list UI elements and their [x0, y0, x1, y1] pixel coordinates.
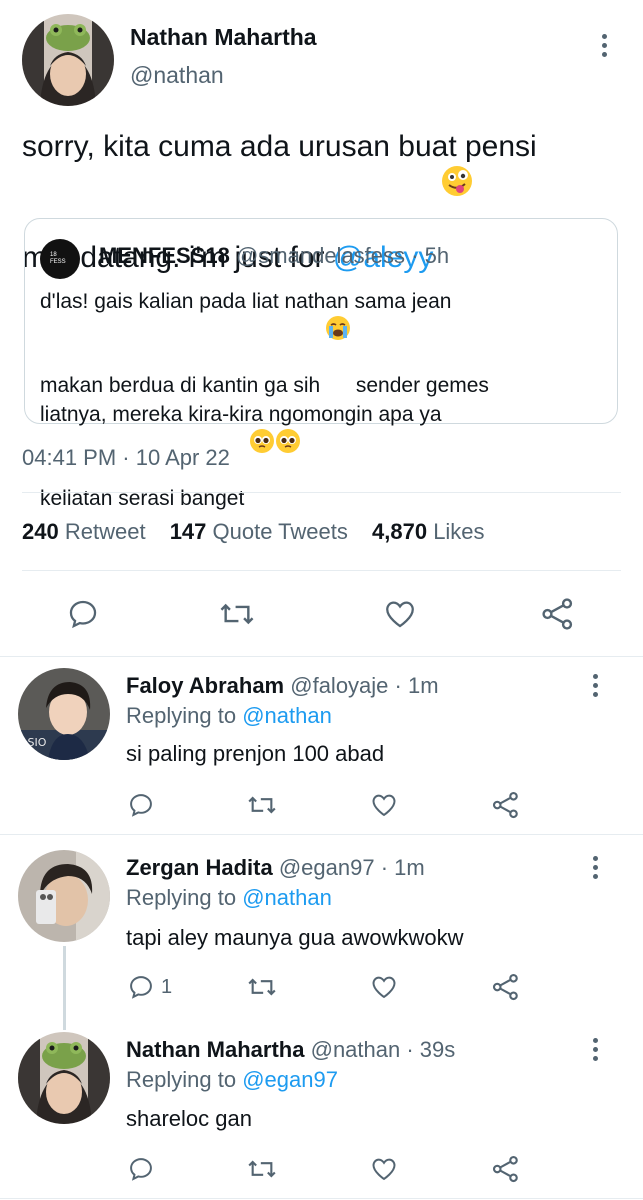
replying-to-label: Replying to [126, 885, 243, 910]
quoted-text-line2: makan berdua di kantin ga sih sender gem… [40, 316, 610, 400]
divider [22, 570, 621, 571]
quoted-text-line4-body: keliatan serasi banget [40, 487, 251, 510]
divider [22, 492, 621, 493]
like-icon[interactable] [382, 597, 418, 631]
replying-to: Replying to @nathan [126, 703, 332, 729]
reply-text: si paling prenjon 100 abad [126, 741, 385, 766]
retweet-count: 240 [22, 519, 59, 544]
pleading-face-emoji [276, 429, 301, 453]
reply-time: · 1m [380, 855, 425, 880]
reply-time: · 39s [406, 1037, 456, 1062]
likes-count: 4,870 [372, 519, 428, 544]
more-options-icon[interactable] [592, 34, 616, 57]
tweet-stats: 240 Retweet 147 Quote Tweets 4,870 Likes [22, 519, 485, 545]
retweet-icon[interactable] [218, 597, 256, 631]
retweet-icon[interactable] [246, 973, 278, 1001]
like-icon[interactable] [369, 1155, 399, 1183]
quoted-author-avatar: 18 FESS [40, 239, 80, 279]
divider [0, 656, 643, 657]
reply-icon[interactable] [127, 791, 155, 819]
quoted-text-line1: d'las! gais kalian pada liat nathan sama… [40, 290, 452, 313]
reply-header: Zergan Hadita @egan97 · 1m [126, 855, 425, 881]
replying-to-mention[interactable]: @egan97 [242, 1067, 338, 1092]
share-icon[interactable] [491, 1154, 521, 1184]
quoted-text-line4: keliatan serasi banget [40, 429, 610, 513]
like-icon[interactable] [369, 973, 399, 1001]
crying-face-emoji [326, 316, 351, 340]
likes-label: Likes [433, 519, 485, 544]
thread-line [63, 946, 66, 1030]
tweet-timestamp[interactable]: 04:41 PM · 10 Apr 22 [22, 445, 230, 471]
reply-count: 1 [161, 976, 173, 998]
quoted-tweet-card[interactable]: 18 FESS MENFESS18 @smandelasfess · 5h d'… [24, 218, 618, 510]
quoted-text-line2b: sender gemes [350, 374, 489, 397]
retweet-label: Retweet [64, 519, 146, 544]
reply-author-handle[interactable]: @faloyaje [290, 673, 388, 698]
quoted-text: d'las! gais kalian pada liat nathan sama… [40, 287, 610, 513]
share-icon[interactable] [491, 972, 521, 1002]
reply-text: shareloc gan [126, 1106, 252, 1131]
more-options-icon[interactable] [583, 1038, 607, 1061]
retweet-icon[interactable] [246, 1155, 278, 1183]
reply-avatar[interactable]: ASIO [18, 668, 110, 760]
replying-to: Replying to @nathan [126, 885, 332, 911]
replying-to-mention[interactable]: @nathan [242, 703, 332, 728]
share-icon[interactable] [540, 596, 576, 632]
reply-text: tapi aley maunya gua awowkwokw [126, 925, 464, 950]
replying-to-mention[interactable]: @nathan [242, 885, 332, 910]
quote-count: 147 [169, 519, 207, 544]
reply-author-name[interactable]: Faloy Abraham [126, 673, 284, 698]
replying-to-label: Replying to [126, 1067, 243, 1092]
reply-header: Faloy Abraham @faloyaje · 1m [126, 673, 439, 699]
reply-icon[interactable] [127, 973, 155, 1001]
svg-text:ASIO: ASIO [20, 736, 47, 749]
quote-label: Quote Tweets [212, 519, 348, 544]
reply-author-name[interactable]: Zergan Hadita [126, 855, 273, 880]
replying-to-label: Replying to [126, 703, 243, 728]
tweet-text-line1: sorry, kita cuma ada urusan buat pensi [22, 130, 537, 163]
like-icon[interactable] [369, 791, 399, 819]
reply-avatar[interactable] [18, 850, 110, 942]
quoted-author-name: MENFESS18 [99, 243, 230, 268]
likes-stat[interactable]: 4,870 Likes [372, 519, 485, 544]
reply-icon[interactable] [66, 597, 100, 631]
more-options-icon[interactable] [583, 856, 607, 879]
quoted-time: · 5h [411, 243, 450, 268]
share-icon[interactable] [491, 790, 521, 820]
reply-header: Nathan Mahartha @nathan · 39s [126, 1037, 455, 1063]
quote-stat[interactable]: 147 Quote Tweets [170, 519, 354, 544]
reply-author-name[interactable]: Nathan Mahartha [126, 1037, 304, 1062]
quoted-text-line3: liatnya, mereka kira-kira ngomongin apa … [40, 403, 442, 426]
more-options-icon[interactable] [583, 674, 607, 697]
quoted-logo-text: 18 FESS [50, 252, 66, 265]
quoted-author-handle: @smandelasfess [235, 243, 406, 268]
replying-to: Replying to @egan97 [126, 1067, 338, 1093]
reply-author-handle[interactable]: @nathan [311, 1037, 401, 1062]
quoted-text-line2a: makan berdua di kantin ga sih [40, 374, 327, 397]
quoted-header: MENFESS18 @smandelasfess · 5h [99, 243, 449, 269]
author-name[interactable]: Nathan Mahartha [130, 24, 317, 51]
author-handle[interactable]: @nathan [130, 62, 224, 89]
divider [0, 834, 643, 835]
reply-author-handle[interactable]: @egan97 [279, 855, 375, 880]
reply-icon[interactable] [127, 1155, 155, 1183]
reply-avatar[interactable] [18, 1032, 110, 1124]
divider [0, 1198, 643, 1199]
reply-time: · 1m [394, 673, 439, 698]
author-avatar[interactable] [22, 14, 114, 106]
retweet-icon[interactable] [246, 791, 278, 819]
pleading-face-emoji [250, 429, 275, 453]
zany-face-emoji [441, 166, 472, 196]
retweet-stat[interactable]: 240 Retweet [22, 519, 152, 544]
